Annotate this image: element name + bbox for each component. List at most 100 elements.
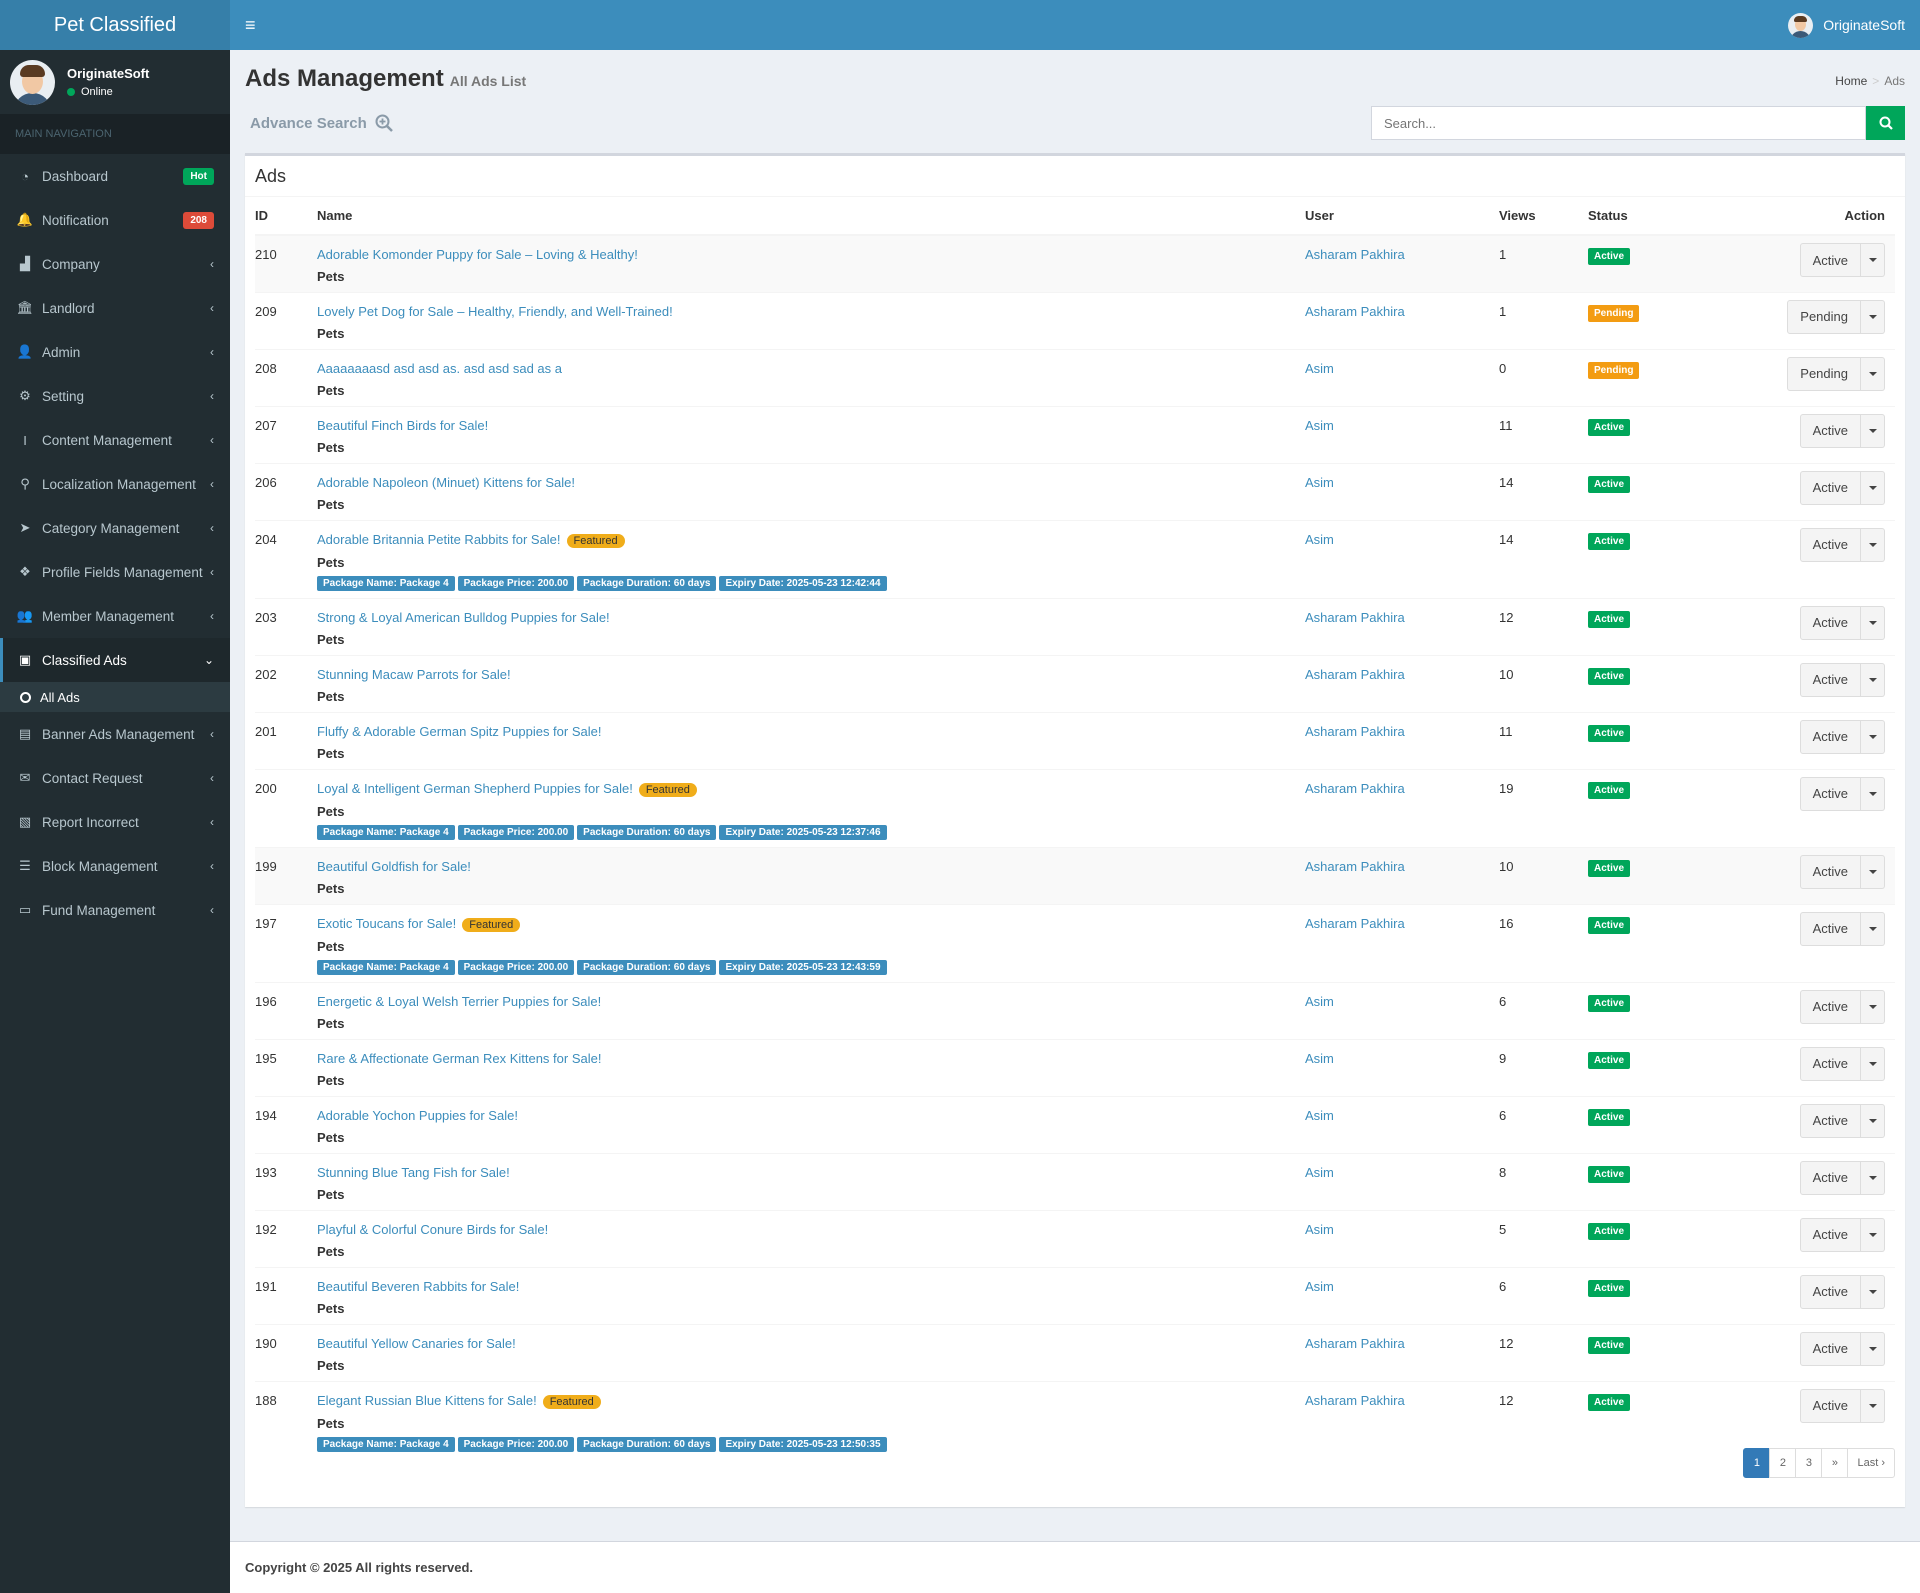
sidebar-item-block-management[interactable]: ☰ Block Management ‹ [0,844,230,888]
status-action-button[interactable]: Active [1799,911,1861,946]
user-link[interactable]: Asharam Pakhira [1305,859,1405,874]
sidebar-item-report-incorrect[interactable]: ▧ Report Incorrect ‹ [0,800,230,844]
user-link[interactable]: Asim [1305,361,1334,376]
ad-title-link[interactable]: Beautiful Beveren Rabbits for Sale! [317,1279,519,1294]
ad-title-link[interactable]: Beautiful Goldfish for Sale! [317,859,471,874]
ad-title-link[interactable]: Fluffy & Adorable German Spitz Puppies f… [317,724,601,739]
user-link[interactable]: Asharam Pakhira [1305,304,1405,319]
ad-title-link[interactable]: Rare & Affectionate German Rex Kittens f… [317,1051,601,1066]
page-link-1[interactable]: 1 [1743,1448,1771,1478]
caret-down-icon[interactable] [1861,854,1885,889]
user-link[interactable]: Asim [1305,994,1334,1009]
ad-title-link[interactable]: Lovely Pet Dog for Sale – Healthy, Frien… [317,304,673,319]
ad-title-link[interactable]: Stunning Macaw Parrots for Sale! [317,667,511,682]
sidebar-item-dashboard[interactable]: ◔ Dashboard Hot [0,154,230,198]
ad-title-link[interactable]: Aaaaaaaasd asd asd as. asd asd sad as a [317,361,562,376]
user-link[interactable]: Asharam Pakhira [1305,1393,1405,1408]
caret-down-icon[interactable] [1861,1103,1885,1138]
status-action-button[interactable]: Active [1799,1046,1861,1081]
status-action-button[interactable]: Pending [1787,299,1861,334]
caret-down-icon[interactable] [1861,662,1885,697]
status-action-button[interactable]: Pending [1787,356,1861,391]
page-last-link[interactable]: Last › [1847,1448,1895,1478]
user-link[interactable]: Asim [1305,418,1334,433]
sidebar-item-profile-fields-management[interactable]: ❖ Profile Fields Management ‹ [0,550,230,594]
ad-title-link[interactable]: Adorable Napoleon (Minuet) Kittens for S… [317,475,575,490]
ad-title-link[interactable]: Exotic Toucans for Sale! [317,916,456,931]
user-link[interactable]: Asim [1305,475,1334,490]
ad-title-link[interactable]: Adorable Yochon Puppies for Sale! [317,1108,518,1123]
user-link[interactable]: Asharam Pakhira [1305,610,1405,625]
sidebar-item-setting[interactable]: ⚙ Setting ‹ [0,374,230,418]
user-link[interactable]: Asharam Pakhira [1305,916,1405,931]
user-link[interactable]: Asim [1305,1051,1334,1066]
page-link-2[interactable]: 2 [1769,1448,1797,1478]
caret-down-icon[interactable] [1861,1046,1885,1081]
ad-title-link[interactable]: Stunning Blue Tang Fish for Sale! [317,1165,510,1180]
caret-down-icon[interactable] [1861,527,1885,562]
user-link[interactable]: Asim [1305,1108,1334,1123]
user-link[interactable]: Asharam Pakhira [1305,667,1405,682]
sidebar-item-member-management[interactable]: 👥 Member Management ‹ [0,594,230,638]
caret-down-icon[interactable] [1861,1217,1885,1252]
caret-down-icon[interactable] [1861,413,1885,448]
page-link-3[interactable]: 3 [1795,1448,1823,1478]
status-action-button[interactable]: Active [1799,1160,1861,1195]
sidebar-item-landlord[interactable]: 🏛 Landlord ‹ [0,286,230,330]
sidebar-item-admin[interactable]: 👤 Admin ‹ [0,330,230,374]
caret-down-icon[interactable] [1861,356,1885,391]
user-link[interactable]: Asharam Pakhira [1305,781,1405,796]
status-action-button[interactable]: Active [1799,719,1861,754]
advance-search-toggle[interactable]: Advance Search [250,114,393,132]
status-action-button[interactable]: Active [1799,527,1861,562]
caret-down-icon[interactable] [1861,1331,1885,1366]
caret-down-icon[interactable] [1861,1274,1885,1309]
status-action-button[interactable]: Active [1799,854,1861,889]
status-action-button[interactable]: Active [1799,243,1861,277]
top-user-menu[interactable]: OriginateSoft [1788,0,1905,50]
ad-title-link[interactable]: Adorable Komonder Puppy for Sale – Lovin… [317,247,638,262]
ad-title-link[interactable]: Playful & Colorful Conure Birds for Sale… [317,1222,548,1237]
sidebar-toggle-icon[interactable]: ≡ [245,15,256,36]
user-link[interactable]: Asharam Pakhira [1305,247,1405,262]
caret-down-icon[interactable] [1861,989,1885,1024]
user-link[interactable]: Asharam Pakhira [1305,1336,1405,1351]
sidebar-item-fund-management[interactable]: ▭ Fund Management ‹ [0,888,230,932]
caret-down-icon[interactable] [1861,470,1885,505]
sidebar-item-localization-management[interactable]: ⚲ Localization Management ‹ [0,462,230,506]
sidebar-item-contact-request[interactable]: ✉ Contact Request ‹ [0,756,230,800]
status-action-button[interactable]: Active [1799,989,1861,1024]
page-next-link[interactable]: » [1821,1448,1849,1478]
sidebar-item-notification[interactable]: 🔔 Notification 208 [0,198,230,242]
caret-down-icon[interactable] [1861,1388,1885,1423]
user-link[interactable]: Asim [1305,1279,1334,1294]
caret-down-icon[interactable] [1861,911,1885,946]
sidebar-item-banner-ads-management[interactable]: ▤ Banner Ads Management ‹ [0,712,230,756]
search-button[interactable] [1866,106,1905,140]
caret-down-icon[interactable] [1861,719,1885,754]
user-link[interactable]: Asim [1305,1165,1334,1180]
ad-title-link[interactable]: Beautiful Yellow Canaries for Sale! [317,1336,516,1351]
ad-title-link[interactable]: Beautiful Finch Birds for Sale! [317,418,488,433]
ad-title-link[interactable]: Adorable Britannia Petite Rabbits for Sa… [317,532,561,547]
status-action-button[interactable]: Active [1799,662,1861,697]
status-action-button[interactable]: Active [1799,470,1861,505]
sidebar-item-category-management[interactable]: ➤ Category Management ‹ [0,506,230,550]
ad-title-link[interactable]: Loyal & Intelligent German Shepherd Pupp… [317,781,633,796]
caret-down-icon[interactable] [1861,243,1885,277]
sidebar-subitem-all-ads[interactable]: All Ads [0,682,230,712]
status-action-button[interactable]: Active [1799,605,1861,640]
status-action-button[interactable]: Active [1799,1331,1861,1366]
caret-down-icon[interactable] [1861,299,1885,334]
ad-title-link[interactable]: Elegant Russian Blue Kittens for Sale! [317,1393,537,1408]
sidebar-item-content-management[interactable]: I Content Management ‹ [0,418,230,462]
caret-down-icon[interactable] [1861,1160,1885,1195]
status-action-button[interactable]: Active [1799,413,1861,448]
status-action-button[interactable]: Active [1799,1103,1861,1138]
status-action-button[interactable]: Active [1799,1388,1861,1423]
status-action-button[interactable]: Active [1799,1217,1861,1252]
search-input[interactable] [1371,106,1866,140]
caret-down-icon[interactable] [1861,776,1885,811]
user-link[interactable]: Asharam Pakhira [1305,724,1405,739]
sidebar-item-classified-ads[interactable]: ▣ Classified Ads ⌄ [0,638,230,682]
